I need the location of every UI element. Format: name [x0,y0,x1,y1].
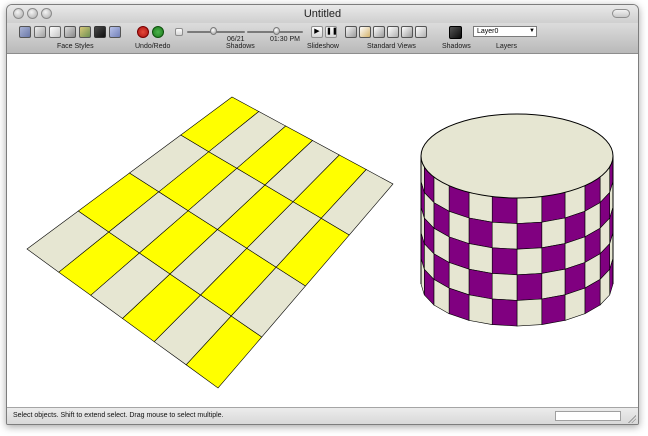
cylinder-side-tile[interactable] [468,192,493,223]
chevron-down-icon: ▼ [529,28,535,34]
status-bar: Select objects. Shift to extend select. … [7,407,638,424]
play-button[interactable]: ▶ [311,26,323,38]
cylinder-side-tile[interactable] [541,217,566,249]
shadows-toggle-label: Shadows [442,43,471,50]
shadow-date-knob[interactable] [210,27,217,35]
xray-style-icon[interactable] [19,26,31,38]
toolbar: Face Styles Undo/Redo 06/21 01:30 PM Sha… [7,23,638,54]
cylinder-side-tile[interactable] [468,268,493,300]
layer-select-value: Layer0 [477,28,499,35]
back-view-icon[interactable] [401,26,413,38]
undo-redo-label: Undo/Redo [135,43,171,50]
slideshow-label: Slideshow [307,43,339,50]
cylinder-side-tile[interactable] [516,298,543,327]
undo-icon[interactable] [137,26,149,38]
monochrome-style-icon[interactable] [94,26,106,38]
left-view-icon[interactable] [415,26,427,38]
redo-icon[interactable] [152,26,164,38]
face-styles-label: Face Styles [57,43,94,50]
shaded-style-icon[interactable] [64,26,76,38]
shadow-date-value: 06/21 [227,36,245,43]
shadows-label: Shadows [226,43,255,50]
pause-button[interactable]: ❚❚ [325,26,338,38]
cylinder-side-tile[interactable] [516,221,543,250]
cylinder-side-tile[interactable] [491,196,518,224]
cylinder-side-tile[interactable] [516,247,543,276]
cylinder-side-tile[interactable] [491,247,518,276]
cylinder-side-tile[interactable] [516,273,543,301]
cylinder-side-tile[interactable] [491,298,518,327]
cylinder-side-tile[interactable] [541,294,566,325]
wireframe-style-icon[interactable] [34,26,46,38]
measurements-field[interactable] [555,411,621,421]
shadows-checkbox[interactable] [175,28,183,36]
shadow-time-value: 01:30 PM [270,36,300,43]
window-title: Untitled [303,8,342,20]
resize-grip-icon[interactable] [628,415,636,423]
cylinder-side-tile[interactable] [491,273,518,301]
cylinder-side-tile[interactable] [468,217,493,249]
cylinder-top-face[interactable] [420,113,614,199]
cylinder-side-tile[interactable] [541,192,566,223]
front-view-icon[interactable] [373,26,385,38]
toolbar-toggle-button[interactable] [612,9,630,18]
style-cube-icon[interactable] [109,26,121,38]
textured-style-icon[interactable] [79,26,91,38]
cylinder-side-tile[interactable] [541,268,566,300]
cylinder-side-tile[interactable] [516,196,543,224]
model-viewport[interactable] [7,54,638,406]
cylinder-side-tile[interactable] [468,243,493,274]
standard-views-label: Standard Views [367,43,416,50]
iso-view-icon[interactable] [345,26,357,38]
app-window: Untitled Face Styles Undo/Redo 06/21 01:… [6,4,639,425]
layers-label: Layers [496,43,518,50]
shadows-toggle-icon[interactable] [449,26,462,39]
cylinder-side-tile[interactable] [468,294,493,325]
shadow-time-knob[interactable] [273,27,280,35]
model-scene[interactable] [7,54,638,406]
title-bar: Untitled [7,5,638,24]
cylinder-side-tile[interactable] [491,221,518,250]
cylinder-side-tile[interactable] [541,243,566,274]
hidden-line-style-icon[interactable] [49,26,61,38]
right-view-icon[interactable] [387,26,399,38]
status-message: Select objects. Shift to extend select. … [13,412,224,419]
top-view-icon[interactable] [359,26,371,38]
layer-select[interactable]: Layer0 ▼ [473,26,537,37]
